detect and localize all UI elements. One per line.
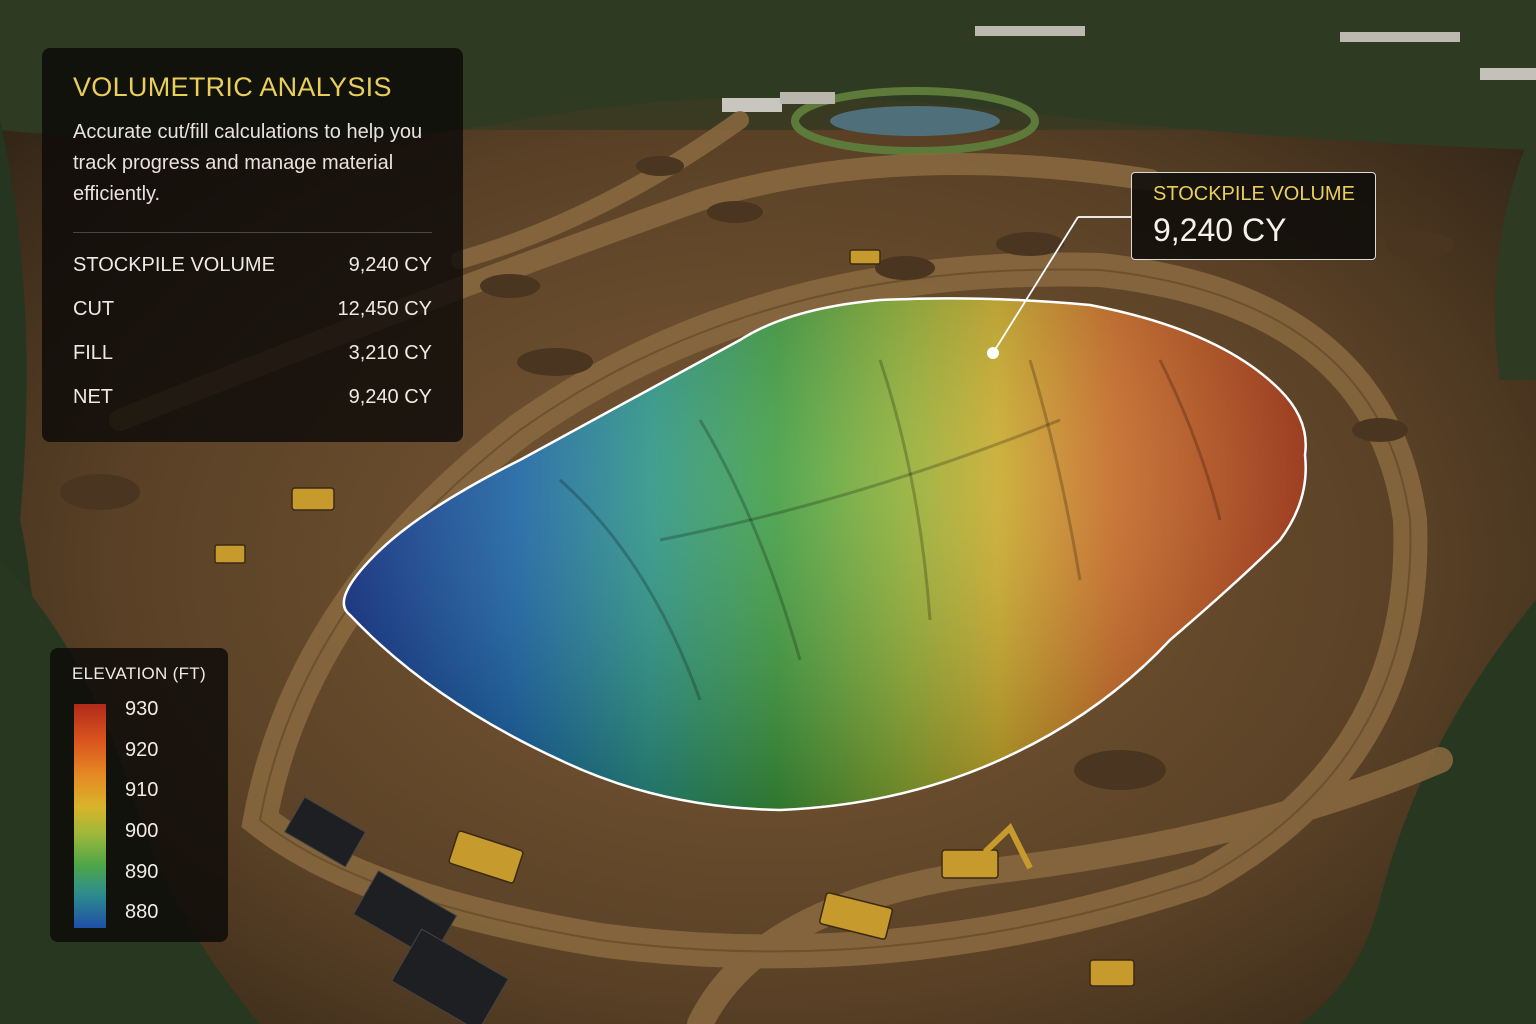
panel-divider [73,232,432,233]
callout-label: STOCKPILE VOLUME [1153,183,1355,205]
metric-row-cut: CUT 12,450 CY [73,287,432,331]
measurement-point-marker [987,347,999,359]
volumetric-analysis-panel: VOLUMETRIC ANALYSIS Accurate cut/fill ca… [42,48,463,442]
legend-title: ELEVATION (FT) [72,664,206,683]
metric-row-stockpile-volume: STOCKPILE VOLUME 9,240 CY [73,243,432,287]
legend-tick-label: 920 [125,739,159,761]
legend-tick-label: 890 [125,861,159,883]
elevation-color-scale [74,704,106,928]
metric-value: 12,450 CY [337,298,432,320]
stockpile-volume-callout: STOCKPILE VOLUME 9,240 CY [1131,172,1376,260]
metric-value: 9,240 CY [348,386,432,408]
legend-tick-label: 900 [125,820,159,842]
panel-title: VOLUMETRIC ANALYSIS [73,72,392,102]
panel-description: Accurate cut/fill calculations to help y… [73,121,423,205]
metric-row-net: NET 9,240 CY [73,375,432,419]
metric-label: CUT [73,298,115,320]
metric-label: STOCKPILE VOLUME [73,254,275,276]
callout-value: 9,240 CY [1153,212,1287,248]
legend-tick-label: 880 [125,901,159,923]
metric-label: NET [73,386,113,408]
legend-tick-label: 930 [125,698,159,720]
metric-value: 3,210 CY [348,342,432,364]
legend-tick-label: 910 [125,779,159,801]
elevation-legend: ELEVATION (FT) 930 920 910 900 890 880 [50,648,228,942]
metric-value: 9,240 CY [348,254,432,276]
metric-label: FILL [73,342,114,364]
metric-row-fill: FILL 3,210 CY [73,331,432,375]
